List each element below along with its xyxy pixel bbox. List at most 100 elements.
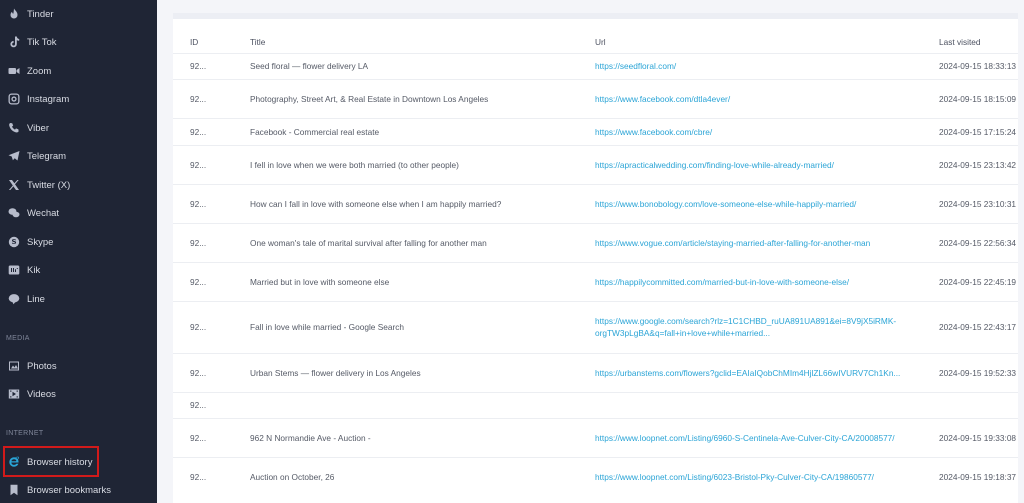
sidebar-item-label: Telegram bbox=[27, 150, 67, 162]
sidebar-item-browser-bookmarks[interactable]: Browser bookmarks bbox=[0, 476, 157, 503]
cell-title-text: Facebook - Commercial real estate bbox=[250, 126, 380, 137]
sidebar-item-wechat[interactable]: Wechat bbox=[0, 199, 157, 227]
cell-title: Facebook - Commercial real estate bbox=[248, 117, 593, 145]
table-row[interactable]: 92... Auction on October, 26 https://www.l… bbox=[173, 456, 1018, 496]
sidebar-item-tiktok[interactable]: Tik Tok bbox=[0, 28, 157, 56]
cell-last-visited bbox=[937, 391, 1018, 418]
tinder-flame-icon bbox=[8, 8, 20, 20]
x-logo-icon bbox=[8, 179, 20, 191]
cell-id-text: 92... bbox=[190, 159, 207, 170]
cell-last-visited-text: 2024-09-15 22:45:19 bbox=[939, 276, 1017, 287]
cell-id-text: 92... bbox=[190, 276, 207, 287]
sidebar-item-photos[interactable]: Photos bbox=[0, 352, 157, 380]
cell-id-text: 92... bbox=[190, 61, 207, 71]
sidebar-item-label: Viber bbox=[27, 122, 50, 134]
photos-icon bbox=[8, 360, 20, 372]
cell-id-text: 92... bbox=[190, 322, 207, 332]
url-link[interactable]: https://www.vogue.com/article/staying-ma… bbox=[595, 238, 870, 248]
sidebar-item-skype[interactable]: Skype bbox=[0, 228, 157, 256]
wechat-icon bbox=[8, 207, 20, 219]
cell-title-text: 962 N Normandie Ave - Auction - bbox=[250, 432, 371, 443]
cell-last-visited: 2024-09-15 18:33:13 bbox=[937, 52, 1018, 79]
table-row[interactable]: 92... Fall in love while married - Google… bbox=[173, 300, 1018, 353]
table-row[interactable]: 92... One woman's tale of marital surviva… bbox=[173, 222, 1018, 262]
cell-last-visited-text: 2024-09-15 23:10:31 bbox=[939, 198, 1017, 209]
cell-title-text: Photography, Street Art, & Real Estate i… bbox=[250, 93, 489, 104]
sidebar-item-label: Kik bbox=[27, 264, 41, 276]
sidebar-item-telegram[interactable]: Telegram bbox=[0, 142, 157, 170]
cell-title-text: How can I fall in love with someone else… bbox=[250, 198, 502, 209]
cell-id: 92... bbox=[173, 300, 248, 353]
cell-title-text: Married but in love with someone else bbox=[250, 276, 390, 287]
url-link[interactable]: https://www.loopnet.com/Listing/6960-S-C… bbox=[595, 433, 895, 443]
cell-id-text: 92... bbox=[190, 198, 207, 209]
sidebar-item-instagram[interactable]: Instagram bbox=[0, 85, 157, 113]
sidebar-item-tinder[interactable]: Tinder bbox=[0, 0, 157, 28]
url-link[interactable]: https://www.google.com/search?rlz=1C1CHB… bbox=[595, 316, 896, 338]
cell-url: https://www.vogue.com/article/staying-ma… bbox=[593, 222, 937, 262]
url-link[interactable]: https://www.bonobology.com/love-someone-… bbox=[595, 199, 856, 209]
table-row[interactable]: 92... Facebook - Commercial real estate ht… bbox=[173, 117, 1018, 145]
table-row[interactable]: 92... Photography, Street Art, & Real Est… bbox=[173, 78, 1018, 118]
table-row[interactable]: 92... How can I fall in love with someone… bbox=[173, 183, 1018, 223]
cell-url: https://www.bonobology.com/love-someone-… bbox=[593, 183, 937, 223]
cell-last-visited: 2024-09-15 22:45:19 bbox=[937, 261, 1018, 301]
sidebar-item-label: Skype bbox=[27, 236, 54, 248]
table-row[interactable]: 92... I fell in love when we were both ma… bbox=[173, 144, 1018, 184]
column-header-last-visited[interactable]: Last visited bbox=[937, 31, 1018, 53]
cell-url bbox=[593, 391, 937, 418]
cell-last-visited-text: 2024-09-15 18:15:09 bbox=[939, 93, 1017, 104]
cell-title: Married but in love with someone else bbox=[248, 261, 593, 301]
cell-id-text: 92... bbox=[190, 471, 207, 482]
cell-id-text: 92... bbox=[190, 432, 207, 443]
cell-last-visited: 2024-09-15 17:15:24 bbox=[937, 117, 1018, 145]
table-row[interactable]: 92... bbox=[173, 391, 1018, 418]
sidebar-item-label: Browser bookmarks bbox=[27, 484, 111, 496]
sidebar-item-label: Photos bbox=[27, 360, 57, 372]
cell-url: https://happilycommitted.com/married-but… bbox=[593, 261, 937, 301]
table-row[interactable]: 92... Seed floral — flower delivery LA htt… bbox=[173, 52, 1018, 79]
cell-title: Auction on October, 26 bbox=[248, 456, 593, 496]
section-label-internet: INTERNET bbox=[6, 430, 44, 437]
cell-last-visited-text: 2024-09-15 17:15:24 bbox=[939, 126, 1017, 137]
column-header-id[interactable]: ID bbox=[173, 31, 248, 53]
cell-title: One woman's tale of marital survival aft… bbox=[248, 222, 593, 262]
cell-id: 92... bbox=[173, 261, 248, 301]
sidebar-item-videos[interactable]: Videos bbox=[0, 380, 157, 408]
cell-id: 92... bbox=[173, 52, 248, 79]
cell-last-visited-text: 2024-09-15 19:52:33 bbox=[939, 367, 1017, 378]
cell-url: https://www.facebook.com/cbre/ bbox=[593, 117, 937, 145]
sidebar-item-label: Tik Tok bbox=[27, 36, 57, 48]
cell-last-visited: 2024-09-15 18:15:09 bbox=[937, 78, 1018, 118]
sidebar-item-kik[interactable]: Kik bbox=[0, 256, 157, 284]
url-link[interactable]: https://www.facebook.com/dtla4ever/ bbox=[595, 94, 730, 104]
sidebar: Tinder Tik Tok Zoom Instagram Viber Tele… bbox=[0, 0, 157, 503]
zoom-camera-icon bbox=[8, 65, 20, 77]
table-row[interactable]: 92... Urban Stems — flower delivery in Lo… bbox=[173, 352, 1018, 392]
table-row[interactable]: 92... Married but in love with someone el… bbox=[173, 261, 1018, 301]
url-link[interactable]: https://www.loopnet.com/Listing/6023-Bri… bbox=[595, 472, 874, 482]
url-link[interactable]: https://apracticalwedding.com/finding-lo… bbox=[595, 160, 834, 170]
column-header-title[interactable]: Title bbox=[248, 31, 593, 53]
url-link[interactable]: https://happilycommitted.com/married-but… bbox=[595, 277, 849, 287]
cell-url: https://urbanstems.com/flowers?gclid=EAI… bbox=[593, 352, 937, 392]
browser-history-card: ID Title Url Last visited 92... Seed flor… bbox=[173, 13, 1018, 503]
sidebar-item-viber[interactable]: Viber bbox=[0, 114, 157, 142]
cell-title: 962 N Normandie Ave - Auction - bbox=[248, 417, 593, 457]
section-label-media: MEDIA bbox=[6, 335, 30, 342]
sidebar-item-label: Zoom bbox=[27, 65, 52, 77]
sidebar-item-zoom[interactable]: Zoom bbox=[0, 57, 157, 85]
sidebar-item-label: Wechat bbox=[27, 207, 60, 219]
cell-title: Seed floral — flower delivery LA bbox=[248, 52, 593, 79]
cell-last-visited: 2024-09-15 23:13:42 bbox=[937, 144, 1018, 184]
cell-title: Photography, Street Art, & Real Estate i… bbox=[248, 78, 593, 118]
url-link[interactable]: https://urbanstems.com/flowers?gclid=EAI… bbox=[595, 368, 900, 378]
cell-id: 92... bbox=[173, 417, 248, 457]
column-header-url[interactable]: Url bbox=[593, 31, 937, 53]
sidebar-item-line[interactable]: Line bbox=[0, 285, 157, 313]
url-link[interactable]: https://seedfloral.com/ bbox=[595, 61, 676, 71]
table-row[interactable]: 92... 962 N Normandie Ave - Auction - http… bbox=[173, 417, 1018, 457]
url-link[interactable]: https://www.facebook.com/cbre/ bbox=[595, 127, 712, 137]
cell-title-text: Auction on October, 26 bbox=[250, 471, 335, 482]
sidebar-item-twitter[interactable]: Twitter (X) bbox=[0, 171, 157, 199]
